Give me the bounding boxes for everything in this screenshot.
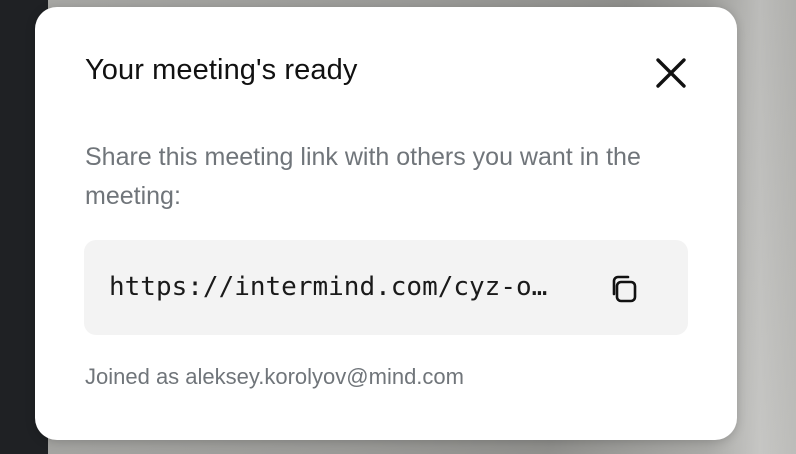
joined-email: aleksey.korolyov@mind.com bbox=[185, 364, 464, 389]
joined-as-info: Joined as aleksey.korolyov@mind.com bbox=[85, 362, 464, 392]
copy-icon bbox=[612, 275, 637, 303]
close-button[interactable] bbox=[649, 51, 693, 95]
dialog-title: Your meeting's ready bbox=[85, 54, 358, 86]
joined-as-prefix: Joined as bbox=[85, 364, 186, 389]
meeting-link-box: https://intermind.com/cyz-o… bbox=[84, 240, 688, 335]
close-icon bbox=[656, 58, 686, 88]
meeting-link-text[interactable]: https://intermind.com/cyz-o… bbox=[109, 270, 584, 304]
meeting-ready-dialog: Your meeting's ready Share this meeting … bbox=[35, 7, 737, 440]
share-instructions: Share this meeting link with others you … bbox=[85, 143, 641, 210]
copy-link-button[interactable] bbox=[604, 270, 644, 308]
